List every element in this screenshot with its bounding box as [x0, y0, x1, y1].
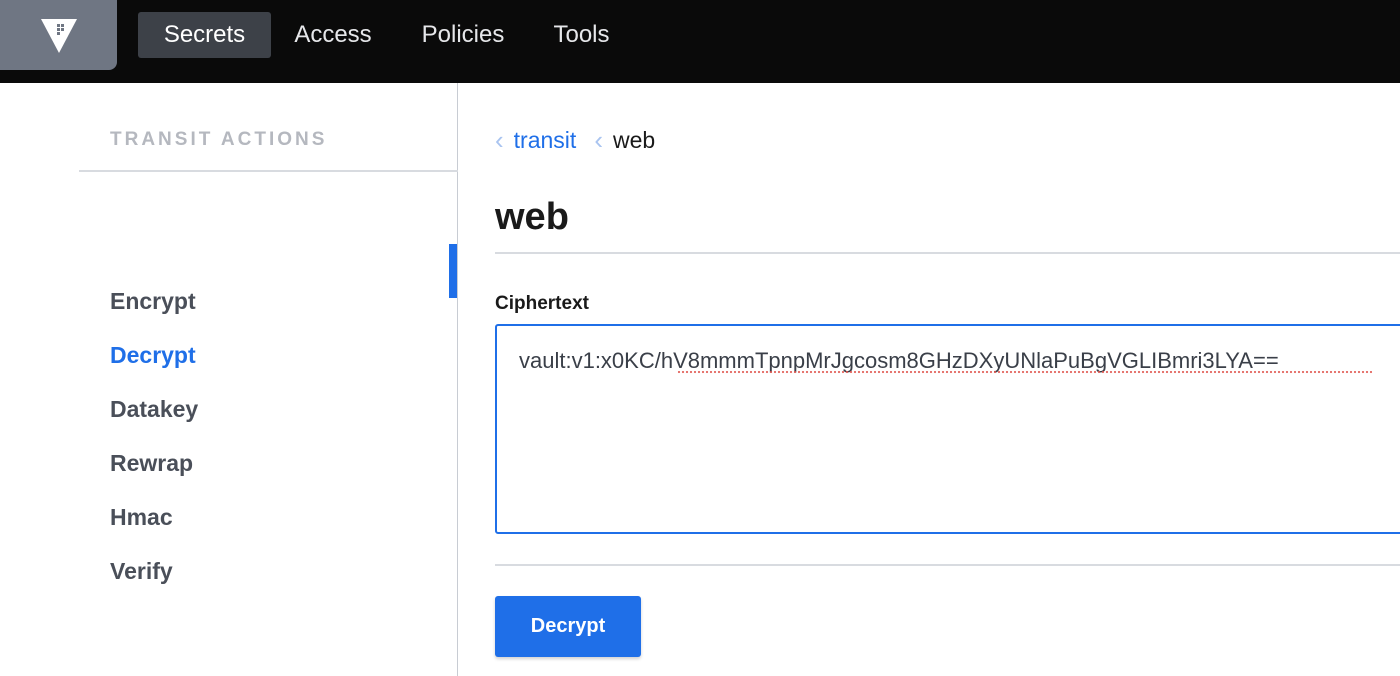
- vault-logo[interactable]: [0, 0, 117, 70]
- sidebar-heading: TRANSIT ACTIONS: [110, 129, 328, 150]
- decrypt-button[interactable]: Decrypt: [495, 596, 641, 657]
- ciphertext-label: Ciphertext: [495, 293, 589, 314]
- nav-secrets[interactable]: Secrets: [138, 12, 271, 58]
- sidebar-item-hmac[interactable]: Hmac: [110, 501, 173, 533]
- ciphertext-input[interactable]: vault:v1:x0KC/hV8mmmTpnpMrJgcosm8GHzDXyU…: [495, 324, 1400, 534]
- nav-tools[interactable]: Tools: [539, 12, 624, 58]
- breadcrumb-current: web: [612, 126, 656, 153]
- breadcrumb: ‹ transit ‹ web: [495, 125, 655, 155]
- sidebar-item-verify[interactable]: Verify: [110, 555, 173, 587]
- nav-policies[interactable]: Policies: [405, 12, 521, 58]
- sidebar-item-rewrap[interactable]: Rewrap: [110, 447, 193, 479]
- title-divider: [495, 252, 1400, 254]
- top-navigation-bar: Secrets Access Policies Tools: [0, 0, 1400, 83]
- page-title: web: [495, 196, 569, 238]
- nav-access[interactable]: Access: [278, 12, 388, 58]
- form-divider: [495, 564, 1400, 566]
- chevron-left-icon: ‹: [495, 125, 504, 155]
- sidebar-item-decrypt[interactable]: Decrypt: [110, 339, 196, 371]
- spellcheck-underline: [677, 371, 1372, 375]
- active-item-indicator: [449, 244, 457, 298]
- breadcrumb-link-transit[interactable]: transit: [514, 127, 577, 154]
- sidebar-item-datakey[interactable]: Datakey: [110, 393, 198, 425]
- sidebar-divider: [79, 170, 458, 172]
- sidebar-item-encrypt[interactable]: Encrypt: [110, 285, 196, 317]
- chevron-left-icon: ‹: [594, 125, 603, 155]
- vault-triangle-logo-icon: [40, 19, 77, 53]
